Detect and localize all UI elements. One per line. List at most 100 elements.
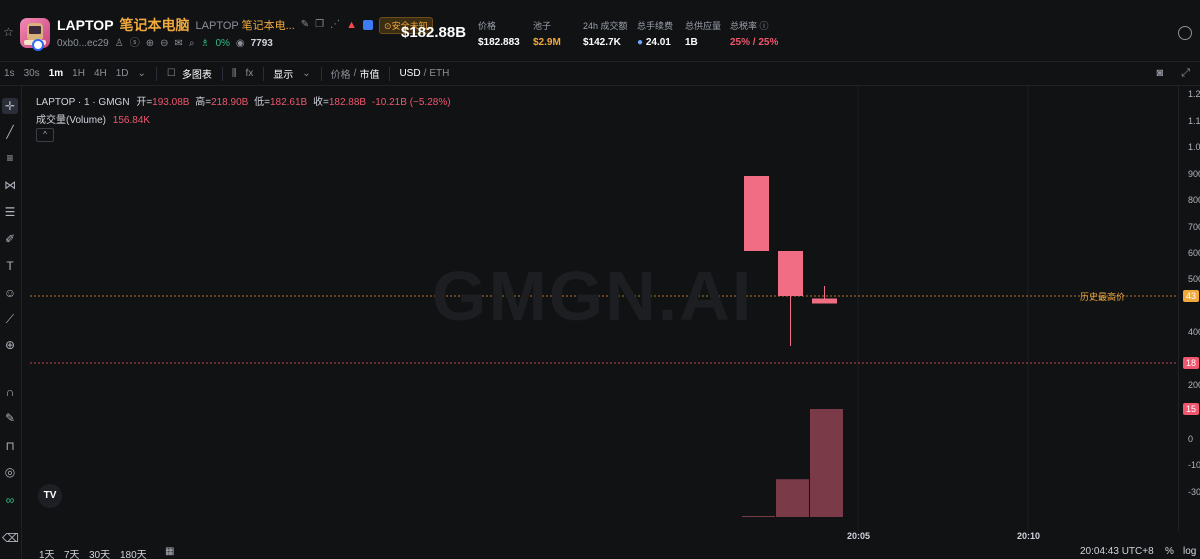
magnet-icon[interactable]: ∩ [2, 384, 18, 400]
range-7d[interactable]: 7天 [64, 546, 80, 559]
brush-icon[interactable]: ✐ [2, 231, 18, 247]
collapse-legend-button[interactable]: ^ [36, 128, 54, 142]
link-icon[interactable]: ∞ [2, 492, 18, 508]
volume-bar[interactable] [776, 479, 809, 517]
percent-toggle[interactable]: % [1165, 546, 1174, 557]
user-icon[interactable]: ♙ [115, 38, 124, 49]
candle-body[interactable] [778, 251, 803, 296]
drawing-tools-rail: ✛ ╱ ≡ ⋈ ☰ ✐ T ☺ ⟋ ⊕ ∩ ✎ ⊓ ◎ ∞ ⌫ [0, 86, 22, 559]
y-tick: 700 [1188, 222, 1200, 232]
stat-value: 1B [685, 37, 698, 48]
checkbox-icon[interactable]: ☐ [167, 68, 176, 79]
pattern-icon[interactable]: ⋈ [2, 177, 18, 193]
text-icon[interactable]: T [2, 258, 18, 274]
interval-30s[interactable]: 30s [24, 68, 40, 79]
price-toggle[interactable]: 价格 [331, 66, 351, 81]
low-label: 低= [254, 97, 270, 108]
camera-icon[interactable]: ◙ [1157, 67, 1164, 80]
current-price-tag: 18 [1183, 357, 1200, 369]
fib-icon[interactable]: ☰ [2, 204, 18, 220]
holder-pct: 0% [215, 38, 230, 49]
candle-body[interactable] [812, 298, 837, 304]
divider [263, 66, 265, 81]
edit-icon[interactable]: ✎ [301, 20, 309, 30]
y-tick: -30 [1188, 487, 1200, 497]
token-full-name-cn: 笔记本电... [241, 20, 295, 32]
holder-icon: ♗ [200, 37, 210, 49]
indicator-button[interactable]: fx [246, 68, 254, 79]
y-tick: 800 [1188, 195, 1200, 205]
zoom-in-icon[interactable]: ⊕ [2, 337, 18, 353]
token-title-row: LAPTOP 笔记本电脑 LAPTOP 笔记本电... ✎ ❐ ⋰ ▲ ⊙安全未… [57, 15, 433, 35]
volume-bar[interactable] [742, 516, 775, 517]
high-value: 218.90B [211, 97, 249, 108]
lock-icon[interactable]: ⊓ [2, 438, 18, 454]
close-value: 182.88B [328, 97, 367, 108]
calendar-icon[interactable]: ▦ [165, 546, 174, 557]
expand-icon[interactable]: ⤢ [1181, 67, 1190, 80]
chevron-down-icon[interactable]: ⌄ [302, 68, 310, 79]
tradingview-logo-icon[interactable]: TV [38, 484, 62, 508]
note-icon[interactable]: ✉ [174, 38, 182, 49]
range-1d[interactable]: 1天 [39, 546, 55, 559]
candles-group [744, 176, 837, 346]
y-tick: 900 [1188, 169, 1200, 179]
display-button[interactable]: 显示 [273, 66, 293, 81]
usd-toggle[interactable]: USD [399, 68, 420, 79]
search-icon[interactable]: ⌕ [189, 38, 195, 49]
view-count: 7793 [250, 38, 273, 49]
interval-4h[interactable]: 4H [94, 68, 107, 79]
range-30d[interactable]: 30天 [89, 546, 110, 559]
contract-address[interactable]: 0xb0...ec29 [57, 38, 109, 49]
candle-type-icon[interactable]: ⫼ [232, 68, 237, 79]
globe-icon[interactable]: ⊕ [146, 38, 154, 49]
price-axis[interactable]: 1.2 1.1 1.0 900 800 700 600 500 400 200 … [1178, 86, 1200, 531]
low-value: 182.61B [269, 97, 308, 108]
y-tick: 200 [1188, 380, 1200, 390]
horizontal-lines-icon[interactable]: ≡ [2, 150, 18, 166]
token-sub-row: 0xb0...ec29 ♙ ⓢ ⊕ ⊖ ✉ ⌕ ♗ 0% ◉ 7793 [57, 38, 273, 49]
star-icon[interactable]: ☆ [3, 25, 14, 39]
stat-label: 24h 成交额 [583, 21, 628, 31]
chart-toolbar: 1s 30s 1m 1H 4H 1D ⌄ ☐ 多图表 ⫼ fx 显示 ⌄ 价格 … [0, 62, 1200, 86]
dollar-circle-icon[interactable]: ⓢ [130, 38, 140, 49]
eye-icon[interactable]: ◎ [2, 464, 18, 480]
warning-icon[interactable]: ▲ [346, 19, 357, 31]
mcap-toggle[interactable]: 市值 [359, 66, 379, 81]
multi-chart-button[interactable]: 多图表 [182, 66, 212, 81]
candle-body[interactable] [744, 176, 769, 251]
divider [389, 66, 391, 81]
token-symbol: LAPTOP [57, 17, 114, 33]
ath-label: 历史最高价 [1080, 292, 1126, 302]
stat-label: 价格 [478, 21, 497, 31]
price-chart[interactable]: GMGN.AI LAPTOP · 1 · GMGN 开=193.08B 高=21… [22, 86, 1178, 531]
log-toggle[interactable]: log [1183, 546, 1196, 557]
share-icon[interactable]: ⋰ [330, 20, 340, 30]
verified-icon [363, 20, 374, 30]
interval-1d[interactable]: 1D [116, 68, 129, 79]
high-label: 高= [195, 97, 212, 108]
stat-value: ● 24.01 [637, 37, 671, 48]
drop-icon: ● [637, 37, 646, 48]
volume-bar[interactable] [810, 409, 843, 517]
stat-volume-24h: 24h 成交额 $142.7K [583, 19, 628, 48]
emoji-icon[interactable]: ☺ [2, 285, 18, 301]
ruler-icon[interactable]: ⟋ [2, 311, 18, 327]
close-label: 收= [313, 97, 329, 108]
interval-1h[interactable]: 1H [72, 68, 85, 79]
eth-toggle[interactable]: ETH [429, 68, 449, 79]
clock-time[interactable]: 20:04:43 UTC+8 [1080, 546, 1154, 557]
lock-draw-icon[interactable]: ✎ [2, 410, 18, 426]
interval-1s[interactable]: 1s [4, 68, 15, 79]
copy-icon[interactable]: ❐ [315, 20, 324, 30]
token-header: ☆ LAPTOP 笔记本电脑 LAPTOP 笔记本电... ✎ ❐ ⋰ ▲ ⊙安… [0, 0, 1200, 62]
alarm-clock-icon[interactable] [1178, 26, 1192, 40]
toggle-separator: / [423, 68, 427, 79]
interval-1m[interactable]: 1m [49, 68, 63, 79]
range-180d[interactable]: 180天 [120, 546, 147, 559]
crosshair-icon[interactable]: ✛ [2, 98, 18, 114]
trendline-icon[interactable]: ╱ [2, 124, 18, 140]
volume-bars-group [742, 409, 843, 517]
block-icon[interactable]: ⊖ [160, 38, 168, 49]
chevron-down-icon[interactable]: ⌄ [138, 68, 146, 79]
